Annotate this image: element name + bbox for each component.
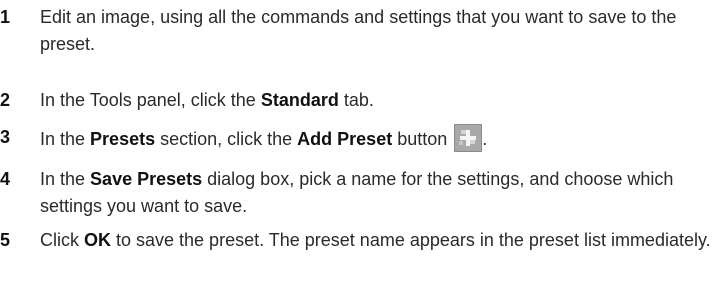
step-text: In the Save Presets dialog box, pick a n… — [40, 169, 674, 216]
step-number: 3 — [0, 127, 11, 147]
instruction-steps: 1 Edit an image, using all the commands … — [0, 0, 716, 301]
standard-tab-label: Standard — [260, 90, 339, 110]
presets-section-label: Presets — [90, 129, 156, 149]
step-text: Click OK to save the preset. The preset … — [40, 230, 711, 250]
step-number: 4 — [0, 169, 11, 189]
add-preset-label: Add Preset — [297, 129, 393, 149]
ok-label: OK — [84, 230, 111, 250]
step-number: 2 — [0, 90, 11, 110]
step-text: In the Presets section, click the Add Pr… — [40, 124, 712, 153]
add-preset-icon — [454, 124, 483, 152]
step-number: 1 — [0, 7, 11, 27]
save-presets-label: Save Presets — [90, 169, 203, 189]
step-text: In the Tools panel, click the Standard t… — [40, 90, 374, 110]
step-text: Edit an image, using all the commands an… — [40, 7, 677, 54]
step-number: 5 — [0, 230, 11, 250]
